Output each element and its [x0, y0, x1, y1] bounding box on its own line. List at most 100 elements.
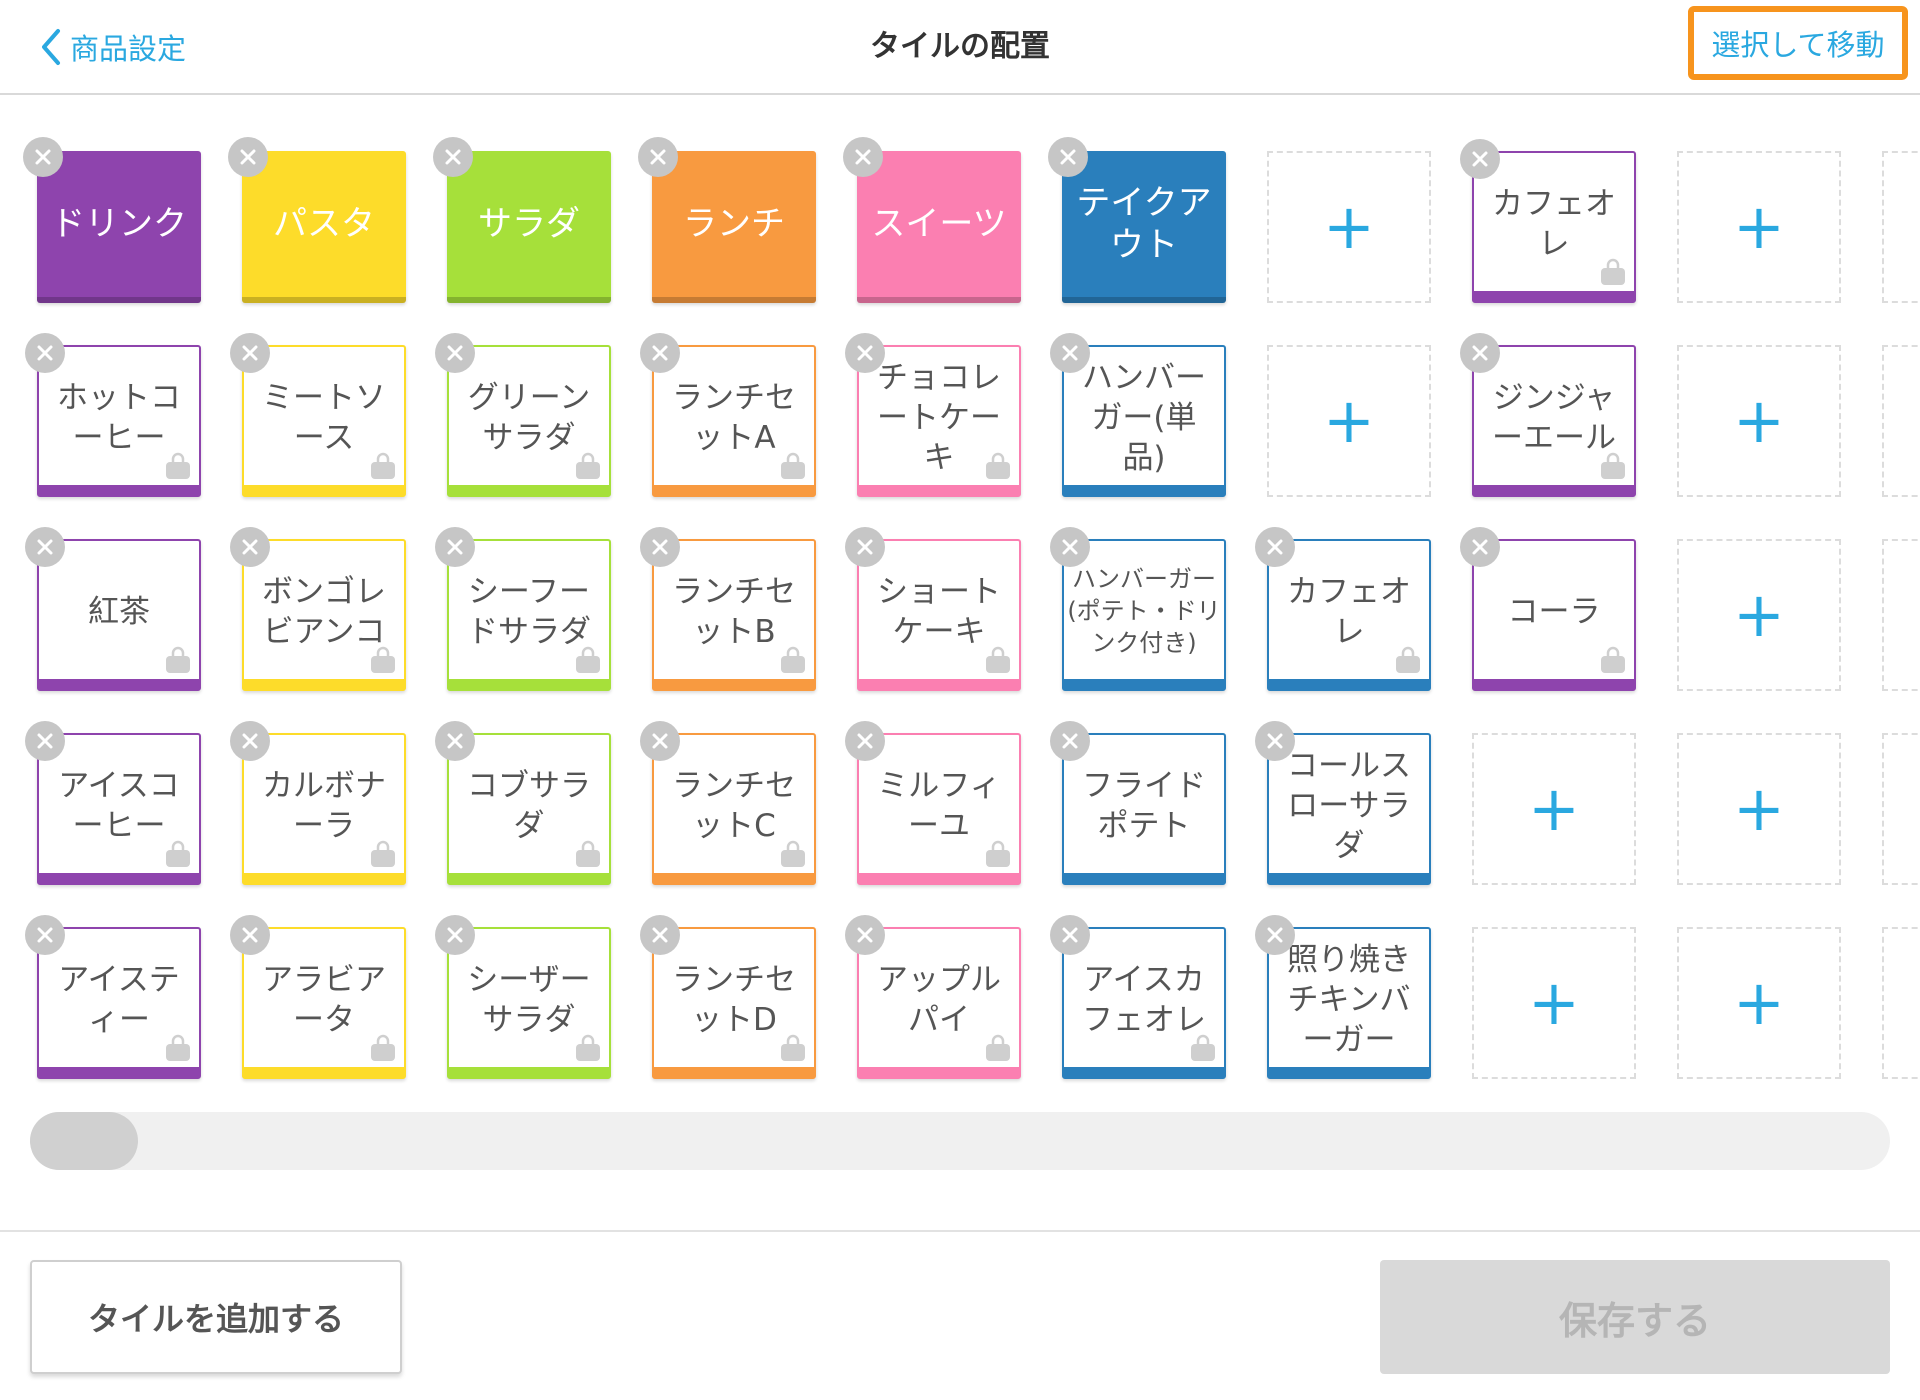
- add-tile-slot[interactable]: +: [1677, 733, 1841, 885]
- remove-tile-icon[interactable]: [228, 137, 268, 177]
- remove-tile-icon[interactable]: [25, 333, 65, 373]
- product-tile[interactable]: カフェオレ: [1255, 527, 1431, 691]
- product-tile[interactable]: コーラ: [1460, 527, 1636, 691]
- plus-icon: +: [1733, 190, 1785, 263]
- category-tile[interactable]: テイクアウト: [1048, 137, 1226, 303]
- product-tile[interactable]: フライドポテト: [1050, 721, 1226, 885]
- remove-tile-icon[interactable]: [1460, 139, 1500, 179]
- tile-label: スイーツ: [871, 204, 1007, 244]
- remove-tile-icon[interactable]: [25, 721, 65, 761]
- tile-label: ショートケーキ: [877, 574, 1001, 650]
- product-tile[interactable]: ホットコーヒー: [25, 333, 201, 497]
- scrollbar-thumb[interactable]: [30, 1112, 138, 1170]
- remove-tile-icon[interactable]: [25, 915, 65, 955]
- remove-tile-icon[interactable]: [23, 137, 63, 177]
- category-tile[interactable]: ランチ: [638, 137, 816, 303]
- select-move-button[interactable]: 選択して移動: [1688, 6, 1908, 80]
- product-tile[interactable]: コールスローサラダ: [1255, 721, 1431, 885]
- product-tile[interactable]: ハンバーガー(ポテト・ドリンク付き): [1050, 527, 1226, 691]
- remove-tile-icon[interactable]: [435, 527, 475, 567]
- shopping-bag-icon: [983, 451, 1013, 481]
- remove-tile-icon[interactable]: [435, 333, 475, 373]
- add-tile-button[interactable]: タイルを追加する: [30, 1260, 402, 1374]
- product-tile[interactable]: ミルフィーユ: [845, 721, 1021, 885]
- remove-tile-icon[interactable]: [230, 915, 270, 955]
- remove-tile-icon[interactable]: [638, 137, 678, 177]
- add-tile-slot[interactable]: +: [1472, 927, 1636, 1079]
- plus-icon: +: [1733, 772, 1785, 845]
- remove-tile-icon[interactable]: [1460, 333, 1500, 373]
- product-tile[interactable]: グリーンサラダ: [435, 333, 611, 497]
- remove-tile-icon[interactable]: [1050, 721, 1090, 761]
- plus-icon: +: [1528, 966, 1580, 1039]
- product-tile[interactable]: ミートソース: [230, 333, 406, 497]
- add-tile-slot[interactable]: +: [1267, 345, 1431, 497]
- remove-tile-icon[interactable]: [1255, 527, 1295, 567]
- remove-tile-icon[interactable]: [230, 721, 270, 761]
- remove-tile-icon[interactable]: [640, 333, 680, 373]
- remove-tile-icon[interactable]: [1255, 721, 1295, 761]
- product-tile[interactable]: ハンバーガー(単品): [1050, 333, 1226, 497]
- product-tile[interactable]: ランチセットB: [640, 527, 816, 691]
- remove-tile-icon[interactable]: [1460, 527, 1500, 567]
- product-tile[interactable]: チョコレートケーキ: [845, 333, 1021, 497]
- product-tile[interactable]: シーザーサラダ: [435, 915, 611, 1079]
- tile-label: ハンバーガー(ポテト・ドリンク付き): [1067, 565, 1221, 657]
- remove-tile-icon[interactable]: [1050, 333, 1090, 373]
- product-tile[interactable]: ショートケーキ: [845, 527, 1021, 691]
- remove-tile-icon[interactable]: [640, 721, 680, 761]
- product-tile[interactable]: 照り焼きチキンバーガー: [1255, 915, 1431, 1079]
- category-tile[interactable]: パスタ: [228, 137, 406, 303]
- product-tile[interactable]: ボンゴレビアンコ: [230, 527, 406, 691]
- save-button[interactable]: 保存する: [1380, 1260, 1890, 1374]
- remove-tile-icon[interactable]: [1255, 915, 1295, 955]
- add-tile-slot[interactable]: +: [1882, 345, 1920, 497]
- product-tile[interactable]: シーフードサラダ: [435, 527, 611, 691]
- product-tile[interactable]: アラビアータ: [230, 915, 406, 1079]
- product-tile[interactable]: アイスコーヒー: [25, 721, 201, 885]
- remove-tile-icon[interactable]: [1050, 915, 1090, 955]
- remove-tile-icon[interactable]: [25, 527, 65, 567]
- add-tile-slot[interactable]: +: [1882, 539, 1920, 691]
- add-tile-slot[interactable]: +: [1882, 151, 1920, 303]
- category-tile[interactable]: スイーツ: [843, 137, 1021, 303]
- remove-tile-icon[interactable]: [845, 915, 885, 955]
- add-tile-slot[interactable]: +: [1267, 151, 1431, 303]
- remove-tile-icon[interactable]: [1050, 527, 1090, 567]
- remove-tile-icon[interactable]: [845, 527, 885, 567]
- product-tile[interactable]: アイスカフェオレ: [1050, 915, 1226, 1079]
- remove-tile-icon[interactable]: [435, 721, 475, 761]
- product-tile[interactable]: ランチセットC: [640, 721, 816, 885]
- category-tile[interactable]: サラダ: [433, 137, 611, 303]
- product-tile[interactable]: カフェオレ: [1460, 139, 1636, 303]
- product-tile[interactable]: アイスティー: [25, 915, 201, 1079]
- product-tile[interactable]: アップルパイ: [845, 915, 1021, 1079]
- product-tile[interactable]: ランチセットA: [640, 333, 816, 497]
- product-tile[interactable]: ランチセットD: [640, 915, 816, 1079]
- shopping-bag-icon: [368, 839, 398, 869]
- add-tile-slot[interactable]: +: [1677, 345, 1841, 497]
- add-tile-slot[interactable]: +: [1677, 927, 1841, 1079]
- add-tile-slot[interactable]: +: [1472, 733, 1636, 885]
- remove-tile-icon[interactable]: [640, 915, 680, 955]
- add-tile-slot[interactable]: +: [1677, 151, 1841, 303]
- product-tile[interactable]: 紅茶: [25, 527, 201, 691]
- add-tile-slot[interactable]: +: [1882, 733, 1920, 885]
- tile-label: 紅茶: [88, 594, 150, 630]
- remove-tile-icon[interactable]: [230, 527, 270, 567]
- horizontal-scrollbar[interactable]: [30, 1112, 1890, 1170]
- remove-tile-icon[interactable]: [435, 915, 475, 955]
- product-tile[interactable]: カルボナーラ: [230, 721, 406, 885]
- remove-tile-icon[interactable]: [230, 333, 270, 373]
- remove-tile-icon[interactable]: [640, 527, 680, 567]
- product-tile[interactable]: ジンジャーエール: [1460, 333, 1636, 497]
- remove-tile-icon[interactable]: [1048, 137, 1088, 177]
- add-tile-slot[interactable]: +: [1677, 539, 1841, 691]
- remove-tile-icon[interactable]: [433, 137, 473, 177]
- category-tile[interactable]: ドリンク: [23, 137, 201, 303]
- remove-tile-icon[interactable]: [845, 333, 885, 373]
- add-tile-slot[interactable]: +: [1882, 927, 1920, 1079]
- remove-tile-icon[interactable]: [843, 137, 883, 177]
- remove-tile-icon[interactable]: [845, 721, 885, 761]
- product-tile[interactable]: コブサラダ: [435, 721, 611, 885]
